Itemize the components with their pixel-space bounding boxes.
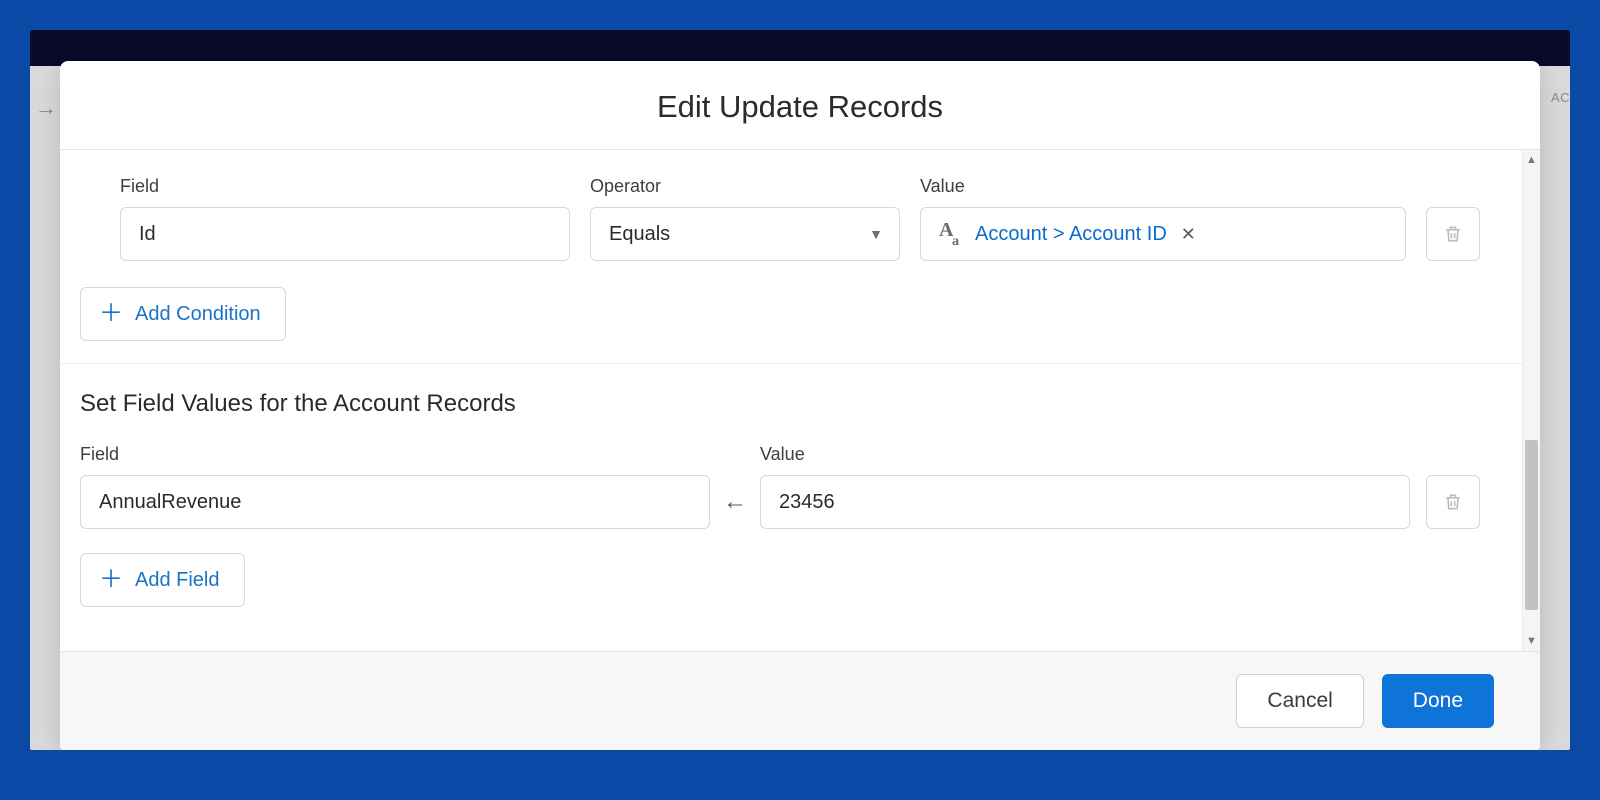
plus-icon: ＋ [99, 302, 123, 326]
value-reference-pill[interactable]: Aa Account > Account ID ✕ [939, 223, 1196, 246]
modal-body: Field Operator Value Equals [60, 150, 1540, 651]
add-condition-button[interactable]: ＋ Add Condition [80, 287, 286, 341]
scroll-thumb[interactable] [1525, 440, 1538, 610]
done-button[interactable]: Done [1382, 674, 1494, 728]
remove-pill-icon[interactable]: ✕ [1181, 224, 1196, 245]
set-value-input[interactable] [760, 475, 1410, 529]
trash-icon [1443, 223, 1463, 245]
modal-body-inner: Field Operator Value Equals [60, 150, 1540, 627]
text-type-icon: Aa [939, 223, 965, 245]
add-field-button[interactable]: ＋ Add Field [80, 553, 245, 607]
fieldvalue-row: ← [80, 475, 1480, 529]
background-arrow-icon: → [35, 95, 57, 121]
modal-title: Edit Update Records [60, 89, 1540, 125]
background-app: → AC Edit Update Records Field Operator … [30, 30, 1570, 750]
scroll-down-icon[interactable]: ▼ [1523, 631, 1540, 651]
fv-value-label: Value [760, 444, 805, 464]
scrollbar[interactable]: ▲ ▼ [1522, 150, 1540, 651]
set-field-input[interactable] [80, 475, 710, 529]
condition-value-input[interactable]: Aa Account > Account ID ✕ [920, 207, 1406, 261]
chevron-down-icon: ▼ [869, 226, 883, 242]
condition-value-label: Value [920, 176, 965, 196]
scroll-up-icon[interactable]: ▲ [1523, 150, 1540, 170]
edit-update-records-modal: Edit Update Records Field Operator Value [60, 61, 1540, 750]
plus-icon: ＋ [99, 568, 123, 592]
condition-field-label: Field [120, 176, 159, 196]
condition-operator-value: Equals [609, 223, 670, 246]
value-reference-text: Account > Account ID [975, 223, 1167, 246]
fieldvalue-labels-row: Field Value [80, 444, 1480, 465]
set-field-values-heading: Set Field Values for the Account Records [80, 390, 1480, 418]
condition-operator-label: Operator [590, 176, 661, 196]
assign-arrow-icon: ← [710, 488, 760, 516]
cancel-button[interactable]: Cancel [1236, 674, 1363, 728]
set-field-text[interactable] [99, 491, 691, 514]
condition-field-input[interactable] [120, 207, 570, 261]
fv-field-label: Field [80, 444, 119, 464]
section-divider [60, 363, 1540, 364]
trash-icon [1443, 491, 1463, 513]
modal-header: Edit Update Records [60, 61, 1540, 150]
add-field-label: Add Field [135, 569, 220, 592]
condition-labels-row: Field Operator Value [120, 176, 1480, 197]
condition-operator-select[interactable]: Equals ▼ [590, 207, 900, 261]
set-value-text[interactable] [779, 491, 1391, 514]
condition-field-text[interactable] [139, 223, 551, 246]
background-right-hint: AC [1551, 90, 1570, 105]
add-condition-label: Add Condition [135, 303, 261, 326]
modal-footer: Cancel Done [60, 651, 1540, 750]
condition-row: Equals ▼ Aa Account > Account ID ✕ [120, 207, 1480, 261]
delete-field-row-button[interactable] [1426, 475, 1480, 529]
delete-condition-button[interactable] [1426, 207, 1480, 261]
